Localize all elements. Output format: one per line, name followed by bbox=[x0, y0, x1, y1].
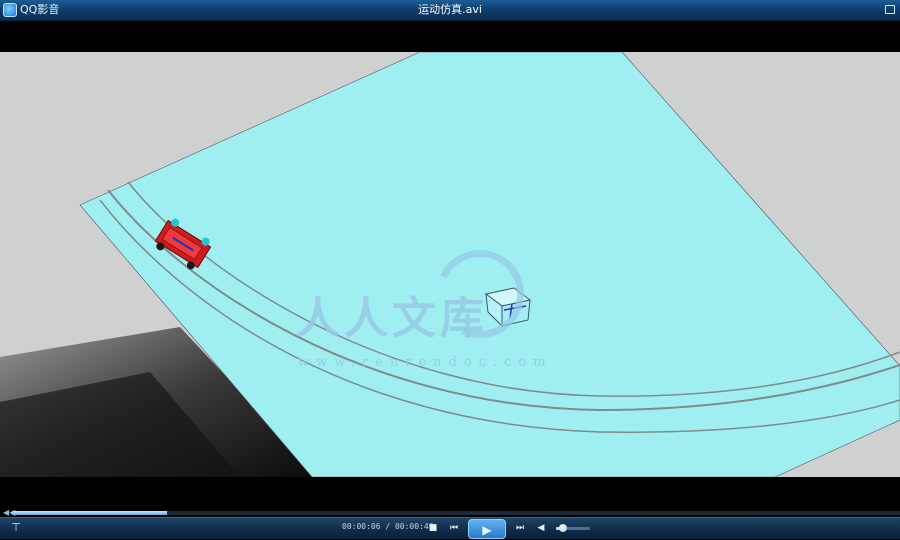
volume-slider[interactable] bbox=[556, 524, 590, 532]
seek-progress bbox=[12, 511, 168, 515]
window-title: 运动仿真.avi bbox=[418, 3, 482, 16]
volume-knob[interactable] bbox=[558, 524, 567, 532]
pin-icon[interactable]: ⊤ bbox=[10, 521, 22, 535]
seek-bar[interactable] bbox=[12, 511, 900, 515]
volume-icon[interactable]: ◀ bbox=[534, 521, 548, 535]
watermark-text: 人人文库 bbox=[296, 293, 488, 344]
stop-button[interactable]: ■ bbox=[426, 521, 440, 535]
next-button[interactable]: ⏭ bbox=[513, 521, 527, 535]
title-bar: QQ影音 运动仿真.avi bbox=[0, 0, 900, 21]
control-bar: ⊤ 00:00:06 / 00:00:40 ■ ⏮ ▶ ⏭ ◀ bbox=[0, 517, 900, 539]
time-display: 00:00:06 / 00:00:40 bbox=[342, 522, 434, 531]
video-canvas[interactable]: 人人文库 www.renrendoc.com bbox=[0, 52, 900, 477]
restore-icon[interactable] bbox=[885, 5, 895, 14]
previous-button[interactable]: ⏮ bbox=[447, 521, 461, 535]
watermark-url: www.renrendoc.com bbox=[298, 355, 553, 370]
play-button[interactable]: ▶ bbox=[468, 519, 506, 539]
